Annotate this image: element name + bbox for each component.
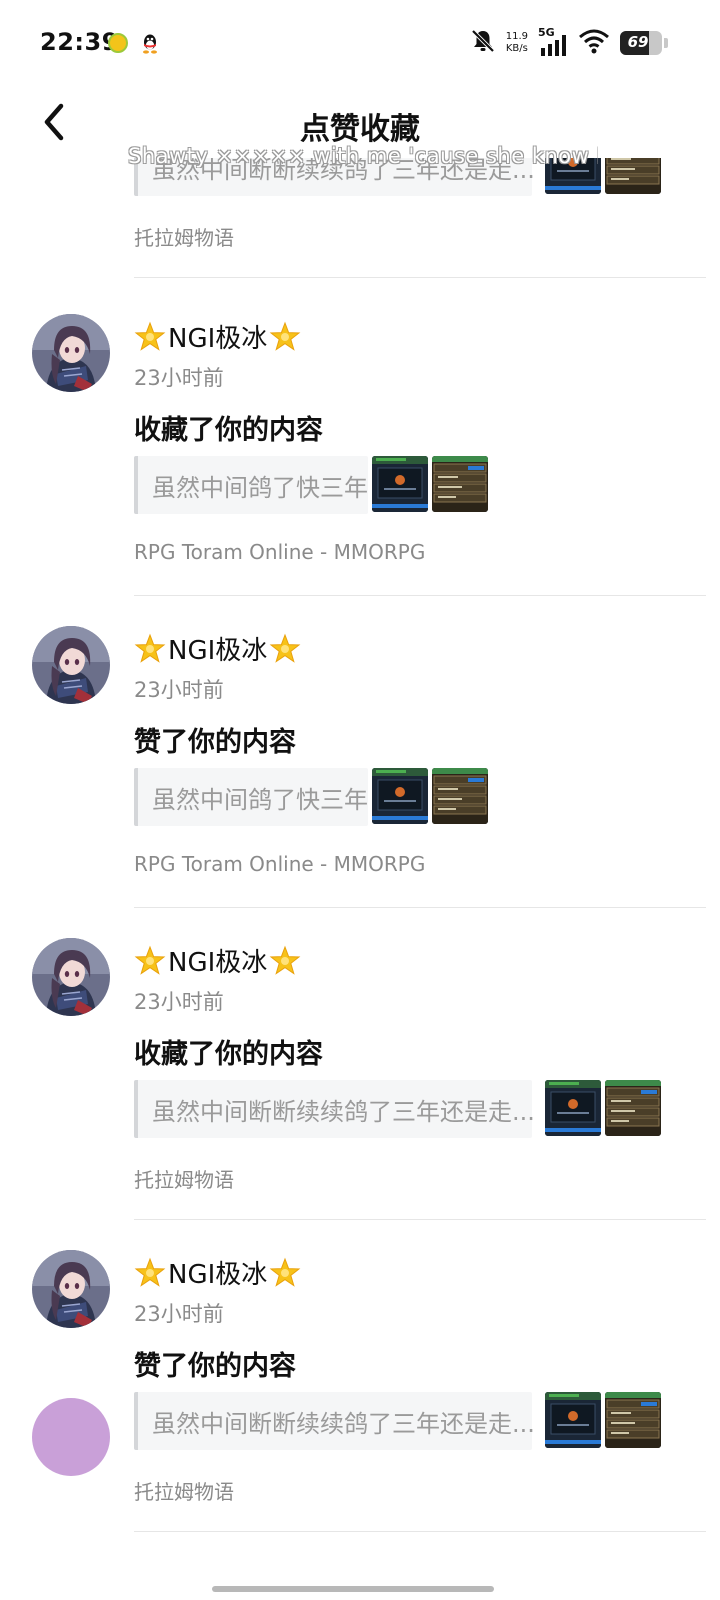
- content-thumbnails: [545, 1392, 661, 1448]
- user-name[interactable]: NGI极冰: [134, 630, 301, 667]
- avatar-partial[interactable]: [32, 1398, 110, 1476]
- user-name-text: NGI极冰: [168, 324, 268, 354]
- qq-icon: [140, 33, 160, 54]
- avatar[interactable]: [32, 938, 110, 1016]
- thumbnail-image[interactable]: [605, 1392, 661, 1448]
- game-name[interactable]: RPG Toram Online - MMORPG: [134, 852, 425, 876]
- notification-item-partial[interactable]: 虽然中间断断续续鸽了三年还是走... 托拉姆物语: [0, 158, 720, 278]
- star-icon: [269, 633, 301, 665]
- lyric-overlay: Shawty ××××× with me 'cause she know I'm: [128, 144, 598, 168]
- star-icon: [269, 1257, 301, 1289]
- user-name[interactable]: NGI极冰: [134, 1254, 301, 1291]
- notification-list[interactable]: 虽然中间断断续续鸽了三年还是走... 托拉姆物语 NGI极冰 23小时前 收藏了…: [0, 158, 720, 1600]
- content-thumbnails: [372, 768, 488, 824]
- thumbnail-image[interactable]: [432, 768, 488, 824]
- status-bar: 22:39 11.9 KB/s 5G 69: [0, 0, 720, 88]
- quoted-text: 虽然中间鸽了快三年: [152, 473, 368, 502]
- user-name[interactable]: NGI极冰: [134, 318, 301, 355]
- status-indicators: 11.9 KB/s 5G 69: [470, 26, 668, 60]
- divider: [134, 1531, 706, 1532]
- notification-item[interactable]: NGI极冰 23小时前 赞了你的内容 虽然中间断断续续鸽了三年还是走... 托拉…: [0, 1220, 720, 1532]
- time-ago: 23小时前: [134, 1302, 224, 1326]
- thumbnail-image[interactable]: [605, 158, 661, 194]
- star-icon: [134, 633, 166, 665]
- thumbnail-image[interactable]: [545, 1392, 601, 1448]
- content-thumbnails: [372, 456, 488, 512]
- quoted-text: 虽然中间断断续续鸽了三年还是走...: [152, 1409, 535, 1438]
- thumbnail-image[interactable]: [432, 456, 488, 512]
- game-name[interactable]: 托拉姆物语: [134, 222, 234, 251]
- action-text: 赞了你的内容: [134, 1351, 296, 1382]
- net-speed: 11.9 KB/s: [506, 31, 528, 55]
- star-icon: [269, 321, 301, 353]
- home-indicator[interactable]: [212, 1586, 494, 1592]
- game-name[interactable]: RPG Toram Online - MMORPG: [134, 540, 425, 564]
- star-icon: [134, 1257, 166, 1289]
- content-thumbnails: [545, 1080, 661, 1136]
- page-title: 点赞收藏: [300, 112, 420, 147]
- star-icon: [269, 945, 301, 977]
- avatar[interactable]: [32, 1250, 110, 1328]
- quoted-content-card[interactable]: 虽然中间断断续续鸽了三年还是走...: [134, 1080, 535, 1138]
- avatar[interactable]: [32, 314, 110, 392]
- net-speed-value: 11.9: [505, 31, 528, 42]
- user-name[interactable]: NGI极冰: [134, 942, 301, 979]
- notification-item[interactable]: NGI极冰 23小时前 赞了你的内容 虽然中间鸽了快三年 RPG Toram O…: [0, 596, 720, 908]
- game-name[interactable]: 托拉姆物语: [134, 1476, 234, 1505]
- wifi-icon: [578, 28, 610, 58]
- net-speed-unit: KB/s: [505, 43, 528, 54]
- user-name-text: NGI极冰: [168, 1260, 268, 1290]
- music-app-icon: [108, 33, 128, 53]
- mute-bell-icon: [470, 28, 496, 58]
- avatar[interactable]: [32, 626, 110, 704]
- notification-item[interactable]: NGI极冰 23小时前 收藏了你的内容 虽然中间断断续续鸽了三年还是走... 托…: [0, 908, 720, 1220]
- quoted-content-card[interactable]: 虽然中间鸽了快三年: [134, 768, 368, 826]
- signal-icon: 5G: [538, 26, 568, 58]
- user-name-text: NGI极冰: [168, 948, 268, 978]
- battery-level: 69: [627, 33, 649, 51]
- quoted-text: 虽然中间鸽了快三年: [152, 785, 368, 814]
- star-icon: [134, 945, 166, 977]
- time-ago: 23小时前: [134, 366, 224, 390]
- battery-tip: [664, 38, 668, 48]
- divider: [134, 277, 706, 278]
- time-ago: 23小时前: [134, 678, 224, 702]
- action-text: 收藏了你的内容: [134, 1039, 323, 1070]
- user-name-text: NGI极冰: [168, 636, 268, 666]
- action-text: 赞了你的内容: [134, 727, 296, 758]
- thumbnail-image[interactable]: [372, 768, 428, 824]
- quoted-text: 虽然中间断断续续鸽了三年还是走...: [152, 1097, 535, 1126]
- star-icon: [134, 321, 166, 353]
- notification-item[interactable]: NGI极冰 23小时前 收藏了你的内容 虽然中间鸽了快三年 RPG Toram …: [0, 284, 720, 596]
- thumbnail-image[interactable]: [605, 1080, 661, 1136]
- battery-icon: 69: [620, 31, 662, 55]
- thumbnail-image[interactable]: [545, 1080, 601, 1136]
- game-name[interactable]: 托拉姆物语: [134, 1164, 234, 1193]
- quoted-content-card[interactable]: 虽然中间断断续续鸽了三年还是走...: [134, 1392, 535, 1450]
- action-text: 收藏了你的内容: [134, 415, 323, 446]
- thumbnail-image[interactable]: [372, 456, 428, 512]
- time-ago: 23小时前: [134, 990, 224, 1014]
- quoted-content-card[interactable]: 虽然中间鸽了快三年: [134, 456, 368, 514]
